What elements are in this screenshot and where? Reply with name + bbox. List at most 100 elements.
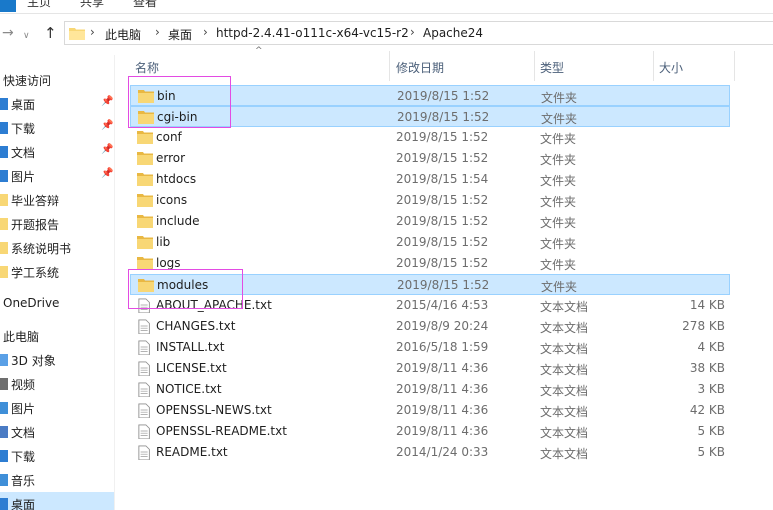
desktop-icon [0, 498, 8, 510]
file-type: 文本文档 [540, 363, 589, 377]
folder-icon [0, 194, 8, 206]
file-type: 文本文档 [540, 321, 589, 335]
column-label: 类型 [540, 61, 565, 75]
address-bar[interactable]: › 此电脑 › 桌面 › httpd-2.4.41-o111c-x64-vc15… [64, 21, 773, 45]
back-arrow-icon[interactable]: → [2, 24, 14, 42]
breadcrumb-separator-icon[interactable]: › [203, 25, 208, 39]
folder-row[interactable]: logs 2019/8/15 1:52 文件夹 [130, 253, 730, 274]
file-type: 文件夹 [540, 258, 577, 272]
file-size: 38 KB [689, 361, 725, 375]
file-modified-date: 2016/5/18 1:59 [396, 340, 489, 354]
breadcrumb-separator-icon[interactable]: › [410, 25, 415, 39]
file-row[interactable]: NOTICE.txt 2019/8/11 4:36 文本文档 3 KB [130, 379, 730, 400]
tab-share[interactable]: 共享 [80, 0, 104, 10]
file-modified-date: 2014/1/24 0:33 [396, 445, 489, 459]
recent-locations-chevron-icon[interactable]: ∨ [23, 27, 30, 45]
file-name: OPENSSL-README.txt [156, 424, 287, 438]
pin-icon[interactable]: 📌 [101, 144, 113, 155]
sidebar-item[interactable]: 文档 📌 [0, 140, 115, 164]
file-size: 278 KB [682, 319, 725, 333]
file-name: LICENSE.txt [156, 361, 227, 375]
folder-row[interactable]: lib 2019/8/15 1:52 文件夹 [130, 232, 730, 253]
folder-row[interactable]: cgi-bin 2019/8/15 1:52 文件夹 [130, 106, 730, 127]
sidebar-item[interactable]: 桌面 [0, 492, 115, 510]
file-row[interactable]: ABOUT_APACHE.txt 2015/4/16 4:53 文本文档 14 KB [130, 295, 730, 316]
sidebar-onedrive[interactable]: OneDrive [0, 292, 115, 316]
file-modified-date: 2019/8/15 1:52 [397, 110, 490, 124]
text-file-icon [138, 424, 150, 439]
column-header-type[interactable]: 类型 [535, 51, 653, 81]
file-row[interactable]: README.txt 2014/1/24 0:33 文本文档 5 KB [130, 442, 730, 463]
sidebar-item[interactable]: 图片 📌 [0, 164, 115, 188]
pin-icon[interactable]: 📌 [101, 168, 113, 179]
file-row[interactable]: CHANGES.txt 2019/8/9 20:24 文本文档 278 KB [130, 316, 730, 337]
file-name: ABOUT_APACHE.txt [156, 298, 272, 312]
sidebar-item[interactable]: 下载 [0, 444, 115, 468]
sidebar-item[interactable]: 音乐 [0, 468, 115, 492]
breadcrumb-apache24[interactable]: Apache24 [423, 26, 483, 40]
sidebar-item[interactable]: 系统说明书 [0, 236, 115, 260]
file-name: NOTICE.txt [156, 382, 222, 396]
file-type: 文件夹 [540, 153, 577, 167]
sidebar-item-label: 文档 [11, 146, 36, 160]
breadcrumb-separator-icon[interactable]: › [90, 25, 95, 39]
tab-home[interactable]: 主页 [27, 0, 51, 10]
sidebar-item[interactable]: 图片 [0, 396, 115, 420]
file-type: 文本文档 [540, 300, 589, 314]
file-type: 文件夹 [540, 237, 577, 251]
sidebar-item[interactable]: 开题报告 [0, 212, 115, 236]
folder-icon [137, 194, 153, 207]
file-name: README.txt [156, 445, 228, 459]
folder-row[interactable]: include 2019/8/15 1:52 文件夹 [130, 211, 730, 232]
file-type: 文件夹 [540, 174, 577, 188]
folder-row[interactable]: conf 2019/8/15 1:52 文件夹 [130, 127, 730, 148]
sidebar-quick-access[interactable]: 快速访问 [0, 68, 115, 92]
folder-icon [69, 28, 85, 40]
sidebar-item[interactable]: 毕业答辩 [0, 188, 115, 212]
file-row[interactable]: LICENSE.txt 2019/8/11 4:36 文本文档 38 KB [130, 358, 730, 379]
file-modified-date: 2019/8/15 1:54 [396, 172, 489, 186]
tab-view[interactable]: 查看 [133, 0, 157, 10]
sidebar-item[interactable]: 3D 对象 [0, 348, 115, 372]
breadcrumb-httpd[interactable]: httpd-2.4.41-o111c-x64-vc15-r2 [216, 26, 409, 40]
pictures-icon [0, 402, 8, 414]
folder-row[interactable]: modules 2019/8/15 1:52 文件夹 [130, 274, 730, 295]
column-header-date[interactable]: 修改日期 [390, 51, 534, 81]
pane-divider[interactable] [114, 55, 115, 510]
sidebar-item[interactable]: 视频 [0, 372, 115, 396]
breadcrumb-this-pc[interactable]: 此电脑 [105, 26, 141, 43]
file-row[interactable]: OPENSSL-NEWS.txt 2019/8/11 4:36 文本文档 42 KB [130, 400, 730, 421]
folder-icon [137, 173, 153, 186]
file-name: error [156, 151, 186, 165]
up-arrow-icon[interactable]: ↑ [44, 24, 57, 42]
sidebar-item[interactable]: 下载 📌 [0, 116, 115, 140]
folder-icon [138, 279, 154, 292]
folder-row[interactable]: htdocs 2019/8/15 1:54 文件夹 [130, 169, 730, 190]
sidebar-this-pc[interactable]: 此电脑 [0, 324, 115, 348]
file-name: CHANGES.txt [156, 319, 236, 333]
file-row[interactable]: OPENSSL-README.txt 2019/8/11 4:36 文本文档 5 KB [130, 421, 730, 442]
sidebar-item[interactable]: 学工系统 [0, 260, 115, 284]
folder-icon [137, 215, 153, 228]
file-tab[interactable] [0, 0, 16, 12]
pin-icon[interactable]: 📌 [101, 96, 113, 107]
file-name: OPENSSL-NEWS.txt [156, 403, 272, 417]
file-modified-date: 2019/8/15 1:52 [397, 89, 490, 103]
pin-icon[interactable]: 📌 [101, 120, 113, 131]
file-name: conf [156, 130, 182, 144]
breadcrumb-separator-icon[interactable]: › [155, 25, 160, 39]
sidebar-item[interactable]: 桌面 📌 [0, 92, 115, 116]
file-name: icons [156, 193, 188, 207]
column-divider[interactable] [734, 51, 735, 81]
sidebar-item-label: 系统说明书 [11, 242, 72, 256]
breadcrumb-desktop[interactable]: 桌面 [168, 26, 192, 43]
file-type: 文本文档 [540, 447, 589, 461]
folder-row[interactable]: error 2019/8/15 1:52 文件夹 [130, 148, 730, 169]
folder-row[interactable]: bin 2019/8/15 1:52 文件夹 [130, 85, 730, 106]
text-file-icon [138, 445, 150, 460]
sidebar-item[interactable]: 文档 [0, 420, 115, 444]
column-header-size[interactable]: 大小 [654, 51, 734, 81]
file-row[interactable]: INSTALL.txt 2016/5/18 1:59 文本文档 4 KB [130, 337, 730, 358]
folder-row[interactable]: icons 2019/8/15 1:52 文件夹 [130, 190, 730, 211]
file-modified-date: 2019/8/15 1:52 [396, 193, 489, 207]
